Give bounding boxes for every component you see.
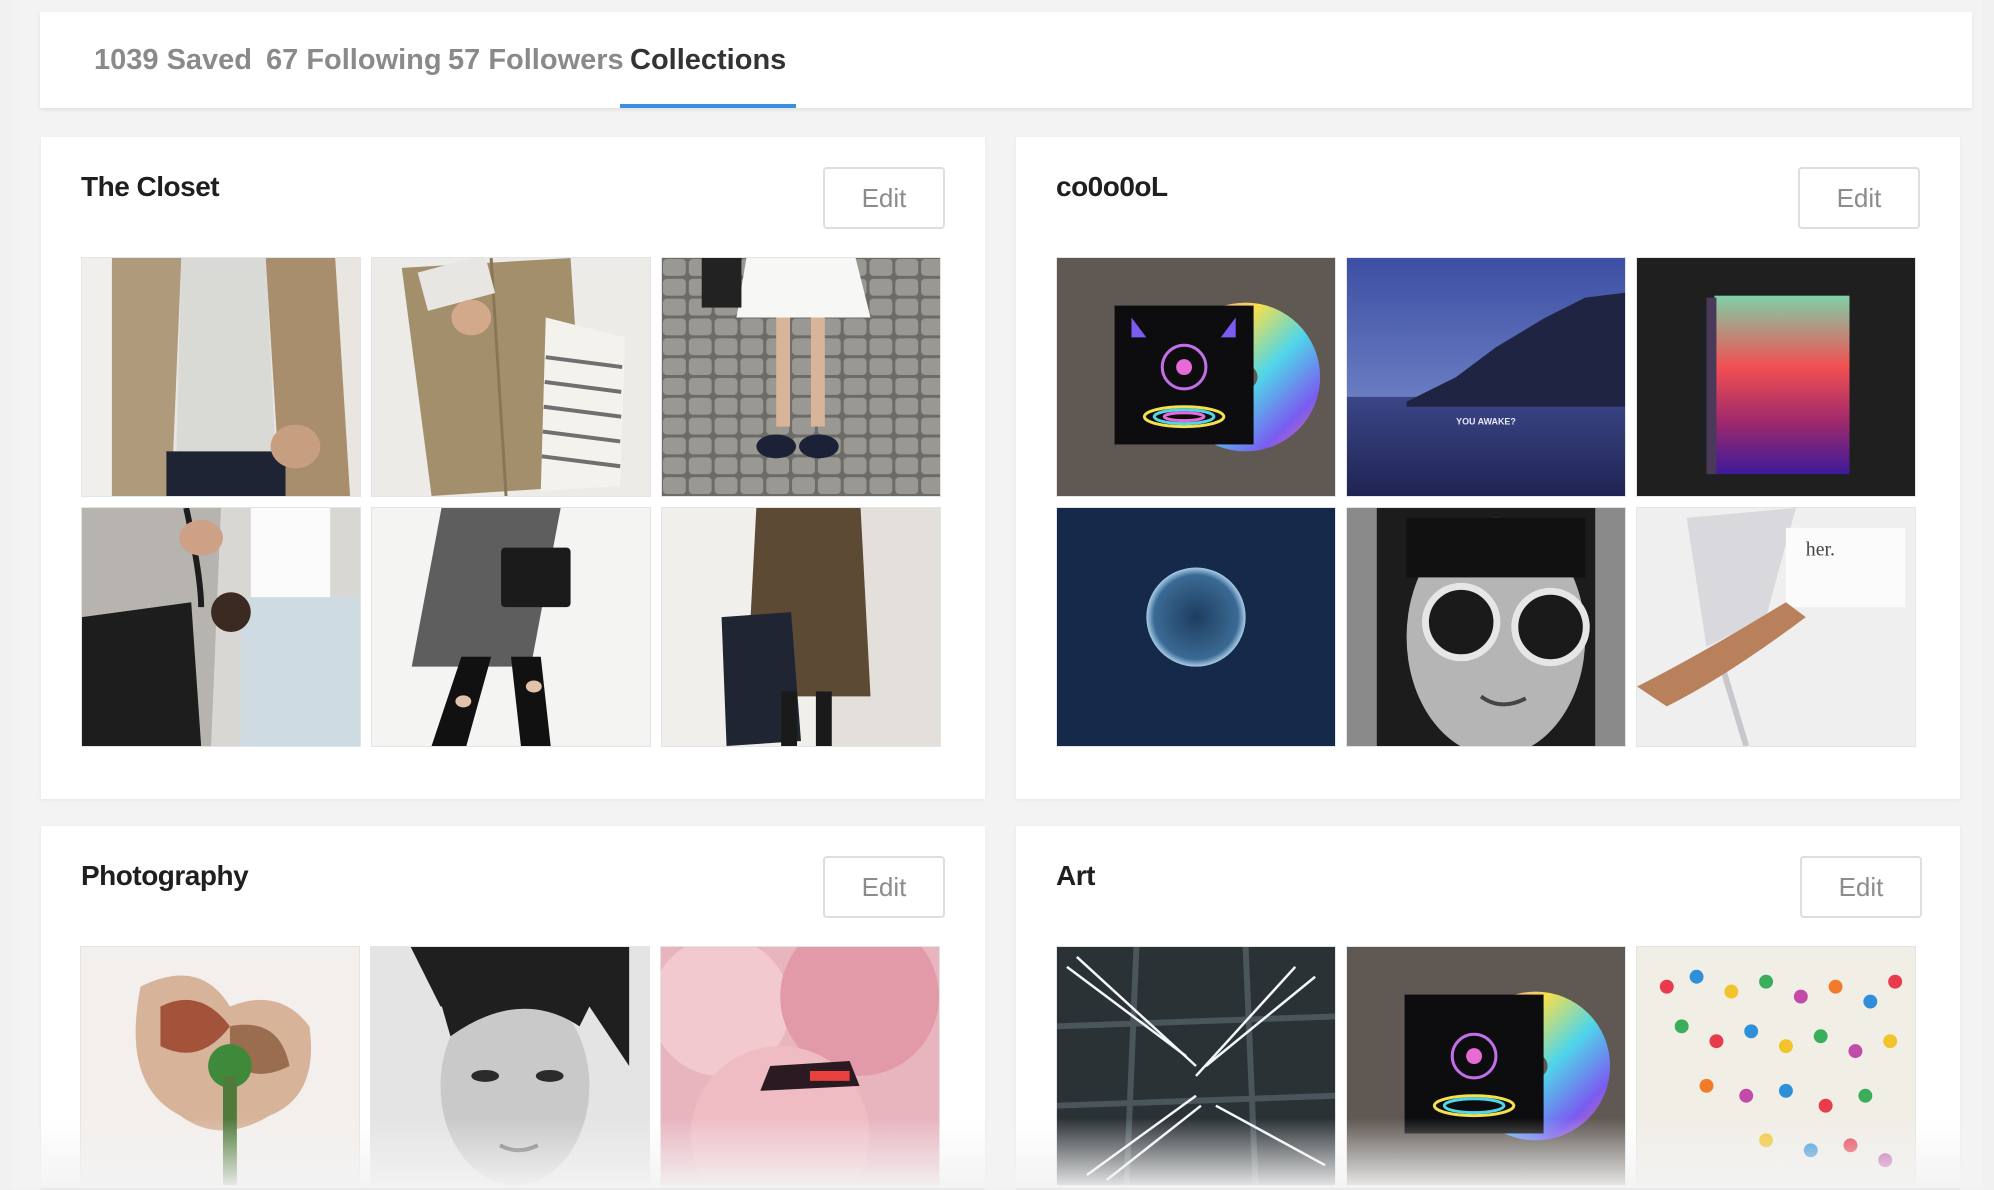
thumbnail-grid <box>80 946 940 1186</box>
thumbnail-paper-origami-field[interactable] <box>1636 946 1916 1186</box>
tab-following[interactable]: 67 Following <box>266 12 442 108</box>
tab-collections[interactable]: Collections <box>620 12 797 108</box>
collection-title: Art <box>1056 860 1095 891</box>
collection-card-the-closet: The Closet Edit <box>41 137 985 799</box>
thumbnail-grey-coat-ripped-jeans[interactable] <box>371 507 651 747</box>
thumbnail-beige-blazer-white-tee[interactable] <box>81 257 361 497</box>
thumbnail-grey-cardigan-black-bag[interactable] <box>81 507 361 747</box>
collection-title: The Closet <box>81 171 220 202</box>
thumbnail-khaki-parka-striped-tote[interactable] <box>371 257 651 497</box>
thumbnail-grid: YOU AWAKE? her. <box>1056 257 1916 747</box>
profile-tab-bar: 1039 Saved 67 Following 57 Followers Col… <box>40 12 1972 108</box>
edit-button[interactable]: Edit <box>823 856 945 918</box>
collection-card-art: Art Edit <box>1016 826 1960 1188</box>
tab-followers[interactable]: 57 Followers <box>448 12 624 108</box>
edit-button[interactable]: Edit <box>1800 856 1922 918</box>
tab-following-label: 67 Following <box>266 43 442 76</box>
thumbnail-night-cliffs-sea[interactable]: YOU AWAKE? <box>1346 257 1626 497</box>
thumbnail-grid <box>1056 946 1916 1186</box>
collection-title: Photography <box>81 860 249 891</box>
collection-card-cool: co0o0oL Edit YOU AWAKE? her. <box>1016 137 1960 799</box>
thumbnail-bw-woman-portrait[interactable] <box>370 946 650 1186</box>
edit-button[interactable]: Edit <box>823 167 945 229</box>
thumbnail-neon-album-holographic-cd-art[interactable] <box>1346 946 1626 1186</box>
thumbnail-round-sunglasses-portrait[interactable] <box>1346 507 1626 747</box>
thumbnail-white-skirt-cobblestone[interactable] <box>661 257 941 497</box>
collection-card-photography: Photography Edit <box>41 826 985 1188</box>
night-sky-caption: YOU AWAKE? <box>1456 417 1516 427</box>
tab-saved[interactable]: 1039 Saved <box>94 12 252 108</box>
profile-page: 1039 Saved 67 Following 57 Followers Col… <box>12 0 1982 1188</box>
thumbnail-pink-smoke-car[interactable] <box>660 946 940 1186</box>
thumbnail-peach-flower[interactable] <box>80 946 360 1186</box>
edit-button[interactable]: Edit <box>1798 167 1920 229</box>
card-text: her. <box>1806 539 1835 561</box>
thumbnail-neon-light-building[interactable] <box>1056 946 1336 1186</box>
thumbnail-gradient-book[interactable] <box>1636 257 1916 497</box>
active-tab-indicator <box>620 104 797 108</box>
thumbnail-neon-album-holographic-cd[interactable] <box>1056 257 1336 497</box>
thumbnail-blue-planet[interactable] <box>1056 507 1336 747</box>
tab-collections-label: Collections <box>630 43 787 76</box>
tab-followers-label: 57 Followers <box>448 43 624 76</box>
thumbnail-olive-coat-navy-tote[interactable] <box>661 507 941 747</box>
thumbnail-grid <box>81 257 941 747</box>
tab-saved-label: 1039 Saved <box>94 43 253 76</box>
thumbnail-white-bag-card[interactable]: her. <box>1636 507 1916 747</box>
collection-title: co0o0oL <box>1056 171 1168 202</box>
